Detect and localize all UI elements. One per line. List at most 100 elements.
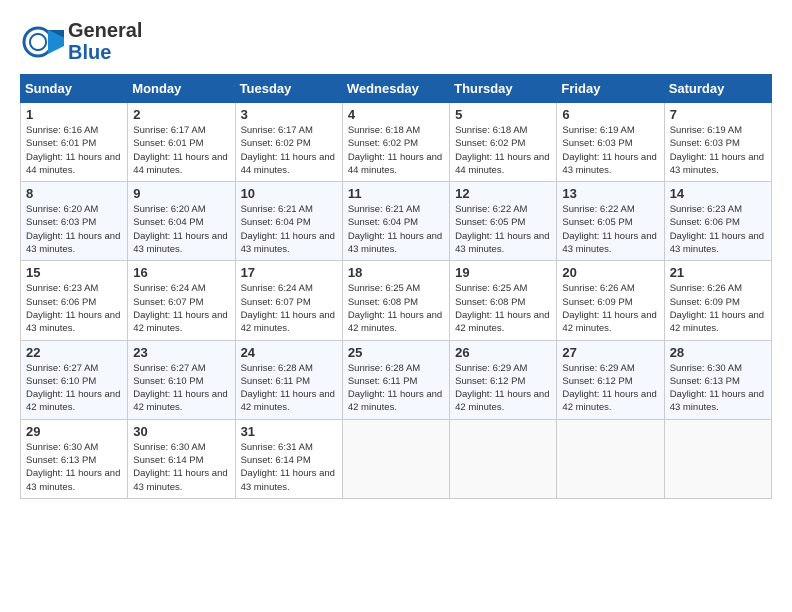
- logo: General Blue: [20, 20, 142, 64]
- calendar-cell: 31 Sunrise: 6:31 AMSunset: 6:14 PMDaylig…: [235, 419, 342, 498]
- day-number: 1: [26, 107, 122, 122]
- day-info: Sunrise: 6:28 AMSunset: 6:11 PMDaylight:…: [348, 362, 444, 415]
- day-info: Sunrise: 6:18 AMSunset: 6:02 PMDaylight:…: [455, 124, 551, 177]
- calendar-cell: 25 Sunrise: 6:28 AMSunset: 6:11 PMDaylig…: [342, 340, 449, 419]
- calendar-cell: 3 Sunrise: 6:17 AMSunset: 6:02 PMDayligh…: [235, 103, 342, 182]
- day-number: 24: [241, 345, 337, 360]
- calendar-cell: 4 Sunrise: 6:18 AMSunset: 6:02 PMDayligh…: [342, 103, 449, 182]
- day-number: 22: [26, 345, 122, 360]
- column-header-monday: Monday: [128, 75, 235, 103]
- day-info: Sunrise: 6:30 AMSunset: 6:13 PMDaylight:…: [26, 441, 122, 494]
- calendar-cell: 20 Sunrise: 6:26 AMSunset: 6:09 PMDaylig…: [557, 261, 664, 340]
- column-header-wednesday: Wednesday: [342, 75, 449, 103]
- calendar-cell: 12 Sunrise: 6:22 AMSunset: 6:05 PMDaylig…: [450, 182, 557, 261]
- column-header-friday: Friday: [557, 75, 664, 103]
- day-info: Sunrise: 6:26 AMSunset: 6:09 PMDaylight:…: [670, 282, 766, 335]
- calendar-cell: 17 Sunrise: 6:24 AMSunset: 6:07 PMDaylig…: [235, 261, 342, 340]
- calendar-cell: 29 Sunrise: 6:30 AMSunset: 6:13 PMDaylig…: [21, 419, 128, 498]
- calendar-cell: 27 Sunrise: 6:29 AMSunset: 6:12 PMDaylig…: [557, 340, 664, 419]
- calendar-cell: 28 Sunrise: 6:30 AMSunset: 6:13 PMDaylig…: [664, 340, 771, 419]
- day-info: Sunrise: 6:23 AMSunset: 6:06 PMDaylight:…: [670, 203, 766, 256]
- calendar-body: 1 Sunrise: 6:16 AMSunset: 6:01 PMDayligh…: [21, 103, 772, 499]
- week-row-2: 8 Sunrise: 6:20 AMSunset: 6:03 PMDayligh…: [21, 182, 772, 261]
- calendar-cell: 26 Sunrise: 6:29 AMSunset: 6:12 PMDaylig…: [450, 340, 557, 419]
- column-header-tuesday: Tuesday: [235, 75, 342, 103]
- day-number: 17: [241, 265, 337, 280]
- calendar-cell: 7 Sunrise: 6:19 AMSunset: 6:03 PMDayligh…: [664, 103, 771, 182]
- day-number: 31: [241, 424, 337, 439]
- day-number: 16: [133, 265, 229, 280]
- day-number: 8: [26, 186, 122, 201]
- column-header-sunday: Sunday: [21, 75, 128, 103]
- day-info: Sunrise: 6:29 AMSunset: 6:12 PMDaylight:…: [455, 362, 551, 415]
- logo-blue: Blue: [68, 42, 142, 64]
- calendar-cell: [664, 419, 771, 498]
- day-info: Sunrise: 6:19 AMSunset: 6:03 PMDaylight:…: [670, 124, 766, 177]
- day-info: Sunrise: 6:23 AMSunset: 6:06 PMDaylight:…: [26, 282, 122, 335]
- calendar-cell: 24 Sunrise: 6:28 AMSunset: 6:11 PMDaylig…: [235, 340, 342, 419]
- calendar-cell: 2 Sunrise: 6:17 AMSunset: 6:01 PMDayligh…: [128, 103, 235, 182]
- calendar-cell: 14 Sunrise: 6:23 AMSunset: 6:06 PMDaylig…: [664, 182, 771, 261]
- day-number: 20: [562, 265, 658, 280]
- day-info: Sunrise: 6:17 AMSunset: 6:01 PMDaylight:…: [133, 124, 229, 177]
- day-info: Sunrise: 6:21 AMSunset: 6:04 PMDaylight:…: [241, 203, 337, 256]
- day-number: 23: [133, 345, 229, 360]
- calendar-cell: 22 Sunrise: 6:27 AMSunset: 6:10 PMDaylig…: [21, 340, 128, 419]
- day-info: Sunrise: 6:31 AMSunset: 6:14 PMDaylight:…: [241, 441, 337, 494]
- day-info: Sunrise: 6:30 AMSunset: 6:13 PMDaylight:…: [670, 362, 766, 415]
- day-info: Sunrise: 6:20 AMSunset: 6:03 PMDaylight:…: [26, 203, 122, 256]
- calendar-cell: 21 Sunrise: 6:26 AMSunset: 6:09 PMDaylig…: [664, 261, 771, 340]
- day-info: Sunrise: 6:30 AMSunset: 6:14 PMDaylight:…: [133, 441, 229, 494]
- day-number: 25: [348, 345, 444, 360]
- page-header: General Blue: [20, 20, 772, 64]
- day-number: 28: [670, 345, 766, 360]
- day-number: 7: [670, 107, 766, 122]
- day-info: Sunrise: 6:28 AMSunset: 6:11 PMDaylight:…: [241, 362, 337, 415]
- calendar-cell: 11 Sunrise: 6:21 AMSunset: 6:04 PMDaylig…: [342, 182, 449, 261]
- day-number: 2: [133, 107, 229, 122]
- day-number: 14: [670, 186, 766, 201]
- day-number: 4: [348, 107, 444, 122]
- day-info: Sunrise: 6:24 AMSunset: 6:07 PMDaylight:…: [133, 282, 229, 335]
- day-info: Sunrise: 6:24 AMSunset: 6:07 PMDaylight:…: [241, 282, 337, 335]
- calendar: SundayMondayTuesdayWednesdayThursdayFrid…: [20, 74, 772, 499]
- calendar-cell: 9 Sunrise: 6:20 AMSunset: 6:04 PMDayligh…: [128, 182, 235, 261]
- day-number: 30: [133, 424, 229, 439]
- day-number: 19: [455, 265, 551, 280]
- calendar-cell: 19 Sunrise: 6:25 AMSunset: 6:08 PMDaylig…: [450, 261, 557, 340]
- day-number: 11: [348, 186, 444, 201]
- calendar-cell: 1 Sunrise: 6:16 AMSunset: 6:01 PMDayligh…: [21, 103, 128, 182]
- week-row-1: 1 Sunrise: 6:16 AMSunset: 6:01 PMDayligh…: [21, 103, 772, 182]
- day-info: Sunrise: 6:22 AMSunset: 6:05 PMDaylight:…: [562, 203, 658, 256]
- day-number: 3: [241, 107, 337, 122]
- calendar-cell: [450, 419, 557, 498]
- day-info: Sunrise: 6:22 AMSunset: 6:05 PMDaylight:…: [455, 203, 551, 256]
- calendar-cell: 23 Sunrise: 6:27 AMSunset: 6:10 PMDaylig…: [128, 340, 235, 419]
- calendar-cell: 16 Sunrise: 6:24 AMSunset: 6:07 PMDaylig…: [128, 261, 235, 340]
- day-info: Sunrise: 6:17 AMSunset: 6:02 PMDaylight:…: [241, 124, 337, 177]
- day-info: Sunrise: 6:16 AMSunset: 6:01 PMDaylight:…: [26, 124, 122, 177]
- day-info: Sunrise: 6:25 AMSunset: 6:08 PMDaylight:…: [455, 282, 551, 335]
- day-number: 12: [455, 186, 551, 201]
- day-info: Sunrise: 6:19 AMSunset: 6:03 PMDaylight:…: [562, 124, 658, 177]
- day-info: Sunrise: 6:29 AMSunset: 6:12 PMDaylight:…: [562, 362, 658, 415]
- calendar-cell: 30 Sunrise: 6:30 AMSunset: 6:14 PMDaylig…: [128, 419, 235, 498]
- day-number: 21: [670, 265, 766, 280]
- logo-icon: [20, 20, 64, 64]
- day-number: 26: [455, 345, 551, 360]
- day-number: 6: [562, 107, 658, 122]
- day-info: Sunrise: 6:26 AMSunset: 6:09 PMDaylight:…: [562, 282, 658, 335]
- calendar-cell: 13 Sunrise: 6:22 AMSunset: 6:05 PMDaylig…: [557, 182, 664, 261]
- column-header-thursday: Thursday: [450, 75, 557, 103]
- day-number: 9: [133, 186, 229, 201]
- day-number: 27: [562, 345, 658, 360]
- day-number: 13: [562, 186, 658, 201]
- day-info: Sunrise: 6:27 AMSunset: 6:10 PMDaylight:…: [26, 362, 122, 415]
- day-number: 29: [26, 424, 122, 439]
- day-number: 15: [26, 265, 122, 280]
- week-row-4: 22 Sunrise: 6:27 AMSunset: 6:10 PMDaylig…: [21, 340, 772, 419]
- day-number: 10: [241, 186, 337, 201]
- day-info: Sunrise: 6:18 AMSunset: 6:02 PMDaylight:…: [348, 124, 444, 177]
- calendar-cell: [557, 419, 664, 498]
- calendar-cell: 8 Sunrise: 6:20 AMSunset: 6:03 PMDayligh…: [21, 182, 128, 261]
